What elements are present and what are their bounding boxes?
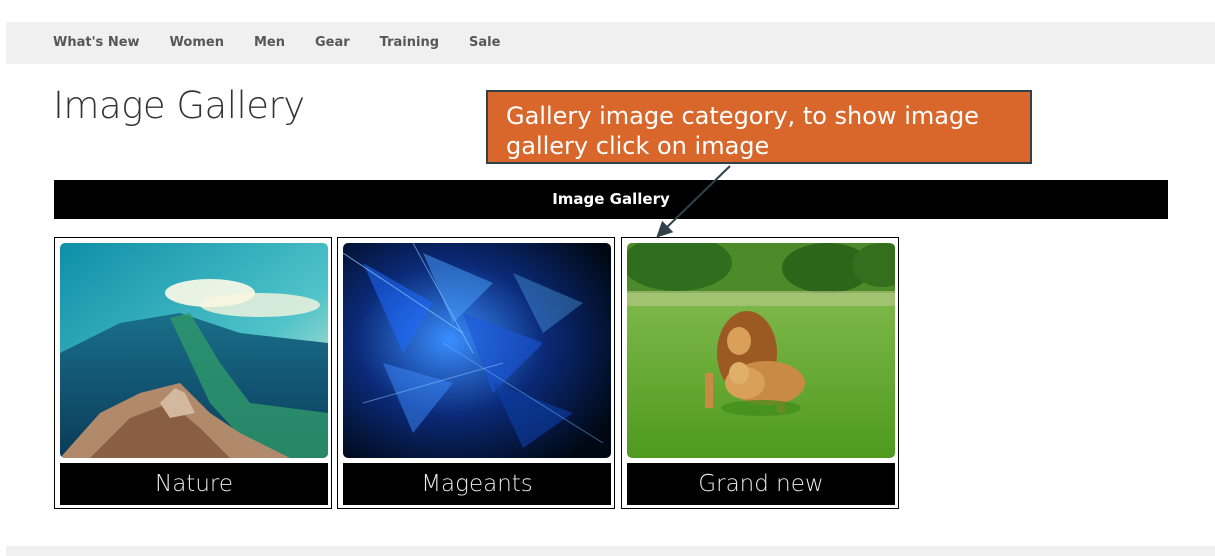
nav-item-gear[interactable]: Gear	[315, 22, 350, 64]
gallery-category-card-grand-new[interactable]: Grand new	[621, 237, 899, 509]
nav-item-men[interactable]: Men	[254, 22, 285, 64]
category-label-grand-new[interactable]: Grand new	[627, 463, 895, 505]
callout-arrow-icon	[656, 165, 731, 238]
category-image-nature[interactable]	[60, 243, 328, 458]
category-label-nature[interactable]: Nature	[60, 463, 328, 505]
footer-strip	[6, 546, 1215, 556]
main-nav: What's New Women Men Gear Training Sale	[6, 22, 1215, 64]
category-label-mageants[interactable]: Mageants	[343, 463, 611, 505]
category-image-mageants[interactable]	[343, 243, 611, 458]
page-title: Image Gallery	[53, 84, 305, 127]
nav-item-whats-new[interactable]: What's New	[53, 22, 140, 64]
nav-item-women[interactable]: Women	[170, 22, 224, 64]
gallery-category-card-mageants[interactable]: Mageants	[337, 237, 615, 509]
gallery-header: Image Gallery	[54, 180, 1168, 219]
nav-item-training[interactable]: Training	[380, 22, 439, 64]
callout-annotation: Gallery image category, to show image ga…	[486, 90, 1032, 164]
gallery-category-card-nature[interactable]: Nature	[54, 237, 332, 509]
nav-item-sale[interactable]: Sale	[469, 22, 500, 64]
category-image-grand-new[interactable]	[627, 243, 895, 458]
